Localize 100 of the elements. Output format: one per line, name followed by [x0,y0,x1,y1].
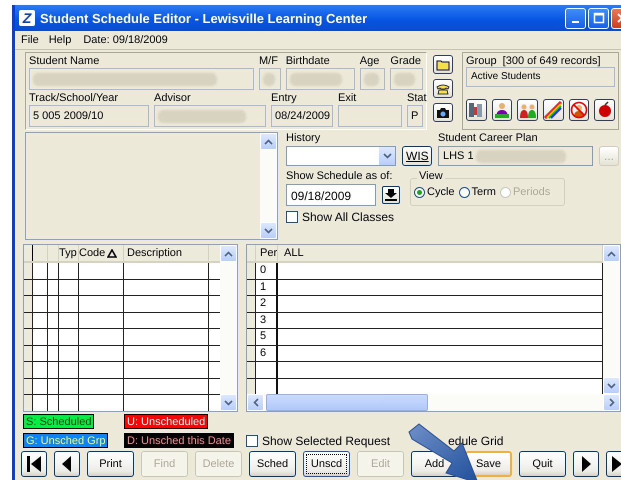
column-header[interactable]: Per [256,245,278,261]
grid-row[interactable] [24,296,220,312]
row-header-cell[interactable] [24,378,33,394]
action-button[interactable]: Quit [519,451,566,477]
text-field[interactable] [154,105,266,127]
camera-button[interactable] [433,103,453,122]
wis-button[interactable]: WIS [402,146,432,166]
column-header[interactable]: Description [124,245,209,261]
chevron-up-icon [607,250,616,256]
text-field[interactable] [390,68,423,90]
text-field[interactable] [29,68,254,90]
row-header-cell[interactable] [247,263,256,278]
nav-button[interactable] [573,451,599,477]
row-header-cell[interactable] [247,346,256,361]
action-button[interactable]: Unscd [303,451,350,477]
folder-button[interactable] [433,55,453,74]
date-field[interactable]: 09/18/2009 [286,184,376,206]
grid-row[interactable] [24,312,220,329]
period-cell: 5 [256,329,278,344]
row-header-cell[interactable] [24,395,33,410]
text-field[interactable] [286,68,355,90]
scroll-up-button[interactable] [260,133,277,150]
scroll-down-button[interactable] [260,222,277,239]
radio-option[interactable]: Cycle [414,186,455,198]
row-header-cell[interactable] [24,362,33,378]
text-field[interactable] [258,68,281,90]
menu-item[interactable]: File [21,34,39,46]
grid-row[interactable] [24,329,220,346]
chevron-left-icon [252,398,258,407]
nav-button[interactable] [21,451,47,477]
toolbar-button[interactable] [517,99,538,121]
toolbar-button[interactable] [492,99,512,121]
text-field[interactable] [360,68,386,90]
maximize-button[interactable] [588,8,609,28]
group-field[interactable]: Active Students [466,67,615,87]
arrow-icon [24,454,44,474]
period-cell: 3 [256,312,278,328]
row-header-cell[interactable] [24,329,33,344]
row-header-cell[interactable] [247,280,256,295]
show-all-classes-checkbox[interactable]: Show All Classes [286,210,619,224]
minimize-button[interactable] [565,8,586,28]
radio-option[interactable]: Term [458,186,496,198]
scroll-right-button[interactable] [603,394,620,411]
career-plan-field[interactable]: LHS 1 [438,146,593,166]
grid-row[interactable]: 1 [247,280,603,296]
grid-row[interactable]: 3 [247,312,603,329]
nav-button[interactable] [54,451,80,477]
action-button[interactable]: Sched [249,451,296,477]
row-header-cell[interactable] [24,280,33,295]
grid-row[interactable]: 2 [247,296,603,312]
row-header-cell[interactable] [24,263,33,278]
column-header[interactable]: Code [79,245,124,261]
text-field[interactable]: P [407,105,423,127]
scroll-up-button[interactable] [220,245,237,262]
row-header-cell[interactable] [247,378,256,394]
grid-row[interactable]: 0 [247,263,603,280]
scroll-down-button[interactable] [220,394,237,411]
scroll-left-button[interactable] [247,394,264,411]
checkbox-square[interactable] [286,211,298,223]
row-header-cell[interactable] [24,296,33,312]
view-label: View [417,170,445,182]
menu-item[interactable]: Help [48,34,72,46]
grid-row[interactable]: 5 [247,329,603,346]
history-dropdown[interactable] [286,146,396,166]
row-header-cell[interactable] [24,312,33,328]
grid-row[interactable] [24,263,220,280]
grid-row[interactable] [24,362,220,378]
toolbar-button[interactable] [543,99,564,121]
toolbar-button[interactable] [594,99,616,121]
row-header-cell[interactable] [247,362,256,378]
text-field[interactable] [338,105,402,127]
radio-circle[interactable] [458,186,470,198]
row-header-cell[interactable] [247,296,256,312]
radio-circle[interactable] [414,186,425,198]
row-header-cell[interactable] [247,329,256,344]
field-label: Entry [271,92,298,105]
notes-box[interactable] [25,132,278,240]
toolbar-button[interactable] [466,99,487,121]
show-selected-checkbox[interactable]: Show Selected Request edule Grid [246,434,504,448]
checkbox-square[interactable] [246,435,258,447]
row-header-cell[interactable] [24,346,33,361]
grid-row[interactable]: 6 [247,346,603,362]
action-button[interactable]: Print [87,451,134,477]
text-field[interactable]: 5 005 2009/10 [29,105,149,127]
grid-row[interactable] [24,378,220,395]
grid-row[interactable] [24,346,220,362]
phone-button[interactable] [433,79,453,98]
legend-tag: G: Unsched Grp [23,433,108,448]
toolbar-button[interactable] [568,99,590,121]
group-label: Group [300 of 649 records] [466,55,602,67]
column-header[interactable]: Typ [59,245,79,261]
scroll-thumb[interactable] [266,394,428,411]
date-picker-button[interactable] [382,186,400,204]
grid-row[interactable] [247,362,603,378]
grid-row[interactable] [24,280,220,296]
text-field[interactable]: 08/24/2009 [271,105,333,127]
scroll-up-button[interactable] [603,245,620,262]
field-label: M/F [258,55,279,68]
scroll-down-button[interactable] [603,377,620,394]
row-header-cell[interactable] [247,312,256,328]
